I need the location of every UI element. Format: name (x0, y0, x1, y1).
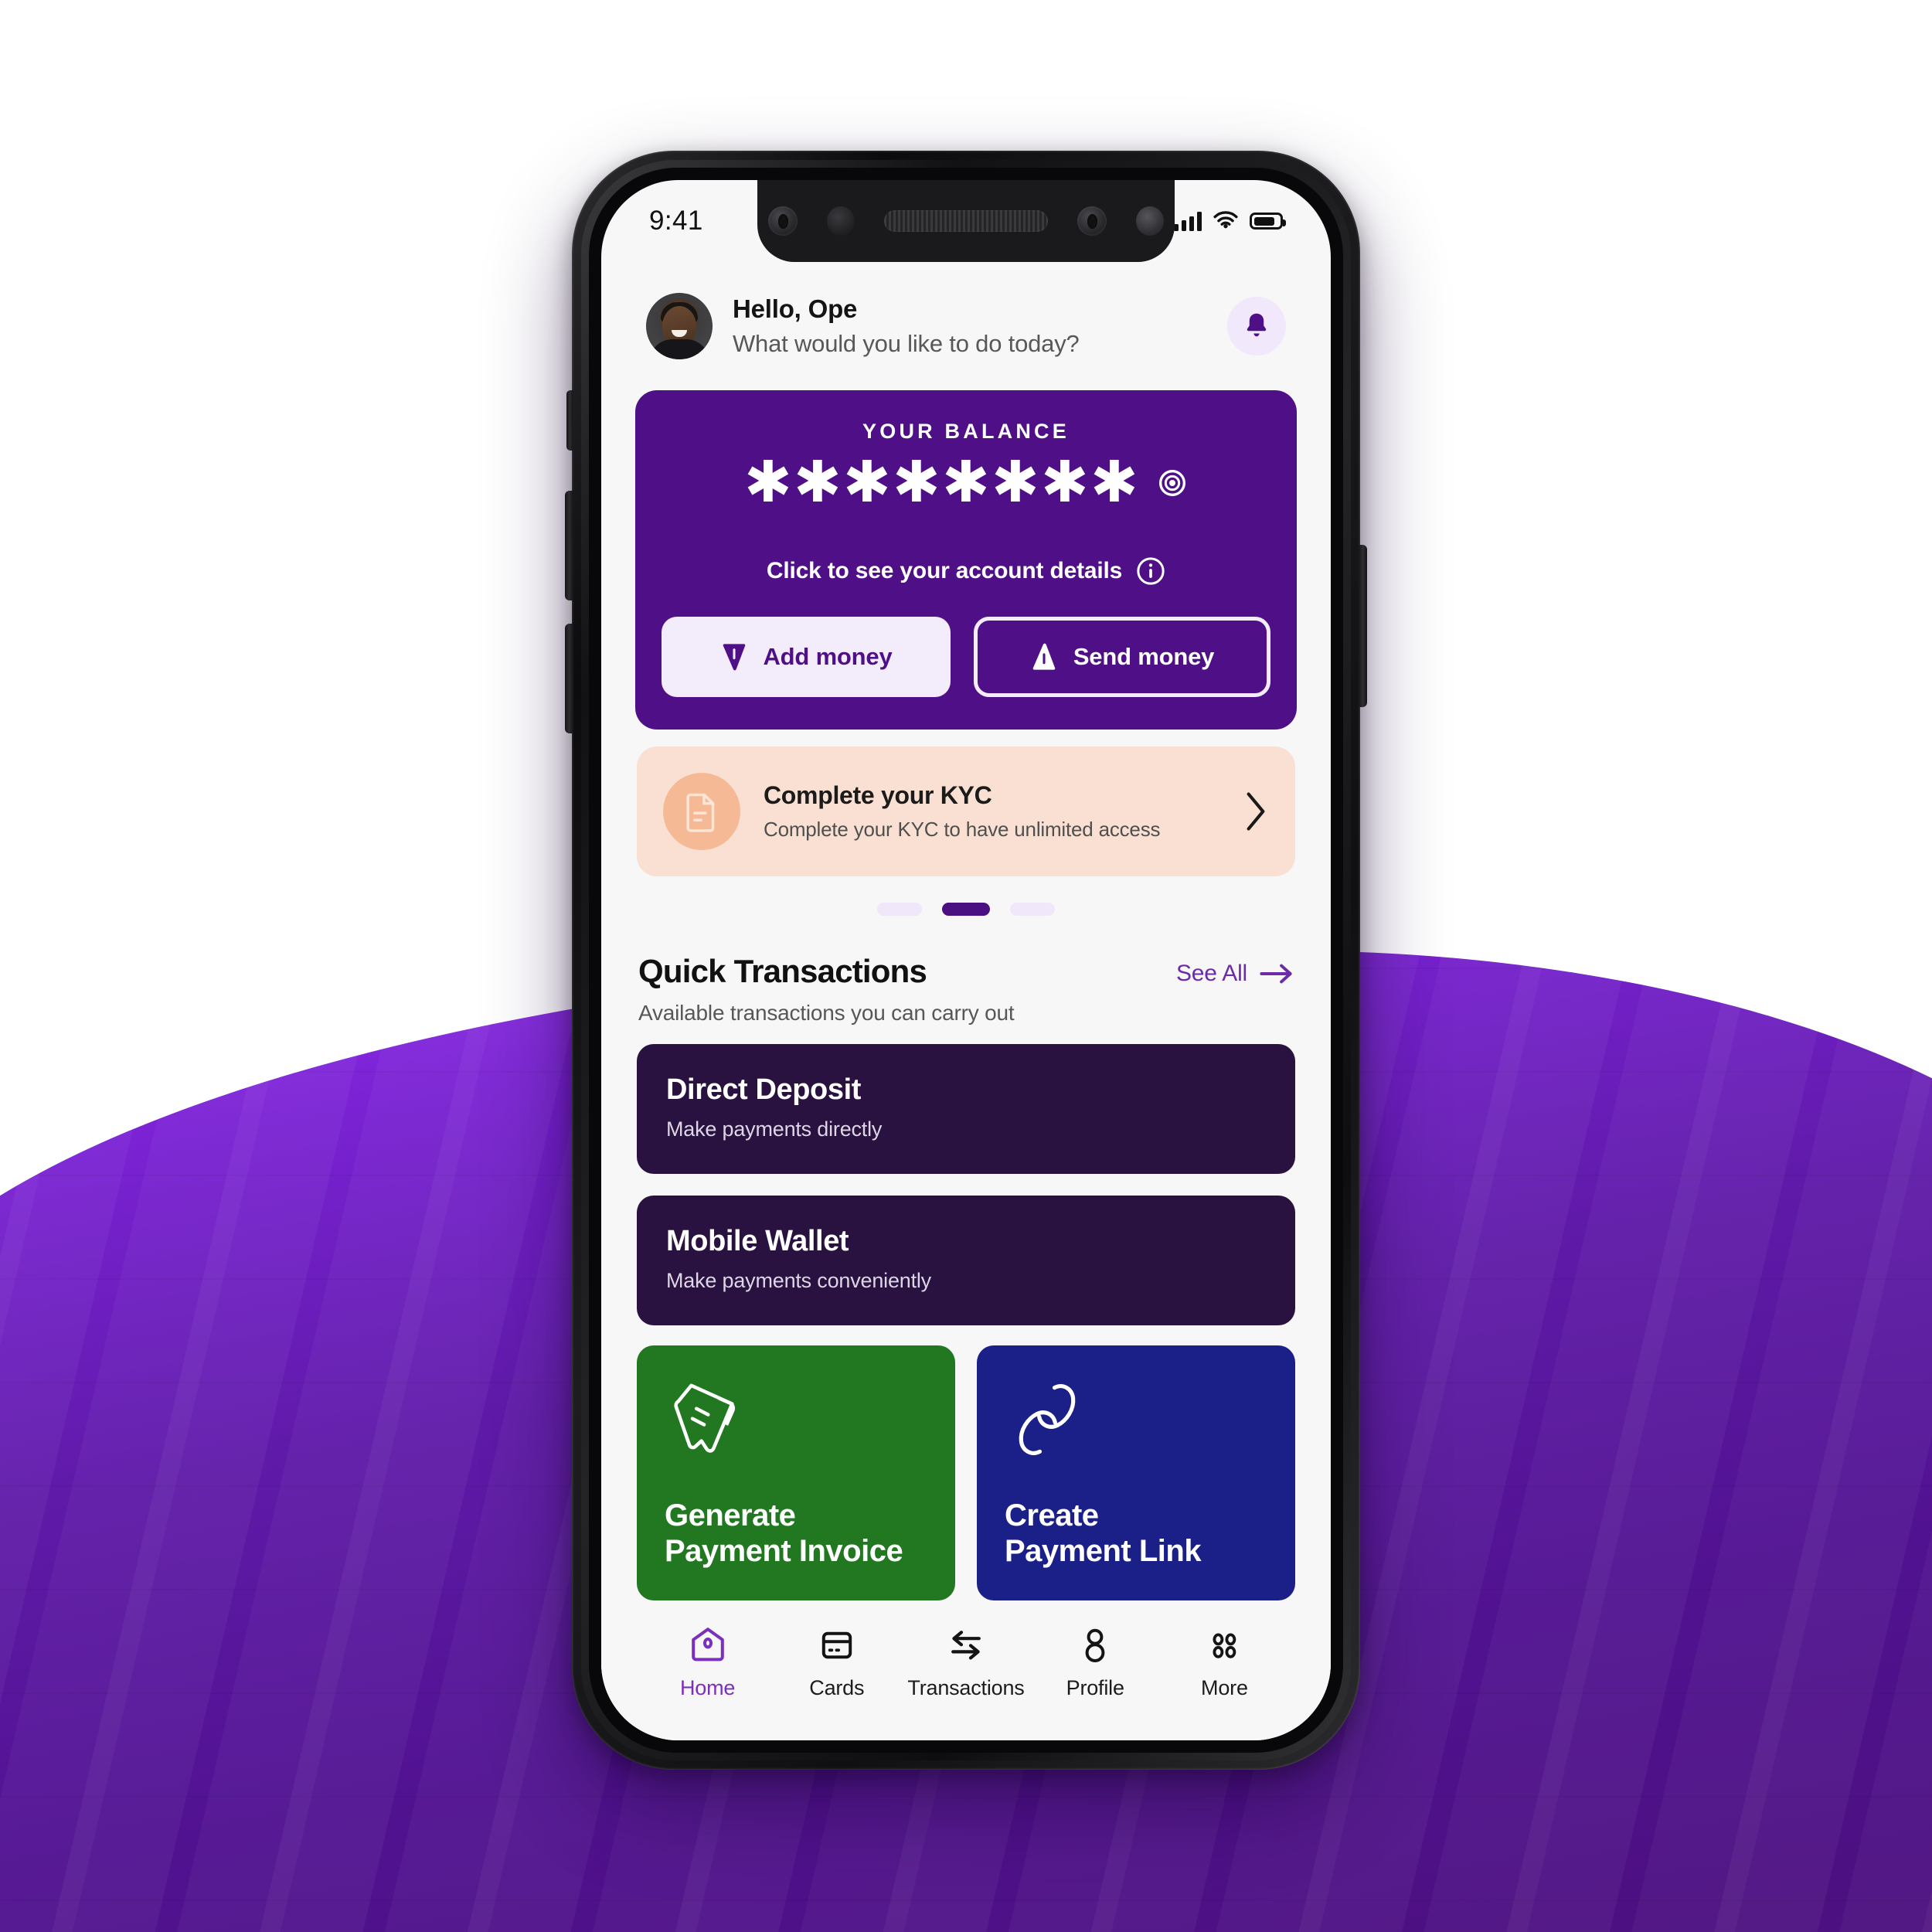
send-money-button[interactable]: Send money (974, 616, 1270, 697)
generate-invoice-line-2: Payment Invoice (665, 1534, 903, 1569)
transfer-arrows-icon (951, 1631, 981, 1660)
add-money-label: Add money (763, 642, 893, 670)
generate-payment-invoice-tile[interactable]: Generate Payment Invoice (637, 1345, 955, 1600)
nav-label-profile: Profile (1066, 1676, 1124, 1699)
quick-transactions-subtitle: Available transactions you can carry out (638, 1000, 1015, 1025)
grid-dots-icon (1213, 1633, 1236, 1658)
kyc-subtitle: Complete your KYC to have unlimited acce… (764, 817, 1161, 841)
eye-icon[interactable] (1157, 468, 1188, 498)
earpiece-speaker (884, 210, 1048, 232)
volume-down-button[interactable] (565, 624, 573, 733)
balance-label: YOUR BALANCE (862, 420, 1070, 443)
nav-label-more: More (1201, 1676, 1248, 1699)
greeting-subtitle: What would you like to do today? (733, 330, 1080, 357)
app-content: Hello, Ope What would you like to do tod… (601, 262, 1331, 1740)
mobile-wallet-subtitle: Make payments conveniently (666, 1268, 931, 1292)
nav-item-home[interactable]: Home (643, 1625, 772, 1700)
balance-card[interactable]: YOUR BALANCE ✱✱✱✱✱✱✱✱ Click to see your … (635, 390, 1297, 730)
direct-deposit-card[interactable]: Direct Deposit Make payments directly (637, 1043, 1295, 1174)
bell-icon (1247, 313, 1267, 337)
phone-mockup: 9:41 Hello, Ope What would you like to d… (565, 151, 1367, 1770)
avatar[interactable] (646, 293, 713, 359)
notification-button[interactable] (1227, 297, 1286, 355)
bottom-navigation: Home Cards Transactions Profile More (601, 1605, 1331, 1740)
create-payment-link-tile[interactable]: Create Payment Link (977, 1345, 1295, 1600)
account-details-text: Click to see your account details (766, 557, 1123, 583)
account-details-row[interactable]: Click to see your account details (662, 556, 1270, 586)
carousel-dot-1[interactable] (877, 902, 922, 916)
see-all-button[interactable]: See All (1176, 953, 1294, 987)
see-all-label: See All (1176, 960, 1247, 986)
kyc-title: Complete your KYC (764, 781, 992, 809)
arrow-right-icon (1260, 964, 1292, 984)
front-camera-icon (768, 206, 798, 236)
nav-item-cards[interactable]: Cards (772, 1625, 901, 1700)
kyc-texts: Complete your KYC Complete your KYC to h… (764, 781, 1219, 842)
direct-deposit-subtitle: Make payments directly (666, 1117, 883, 1141)
cellular-signal-icon (1174, 211, 1202, 231)
ambient-sensor-icon (827, 206, 855, 236)
card-icon (821, 1631, 852, 1659)
direct-deposit-title: Direct Deposit (666, 1073, 862, 1106)
kyc-banner[interactable]: Complete your KYC Complete your KYC to h… (637, 746, 1295, 876)
status-icons (1174, 211, 1286, 231)
mobile-wallet-title: Mobile Wallet (666, 1224, 849, 1257)
nav-label-transactions: Transactions (907, 1676, 1025, 1699)
chevron-right-icon[interactable] (1243, 790, 1269, 833)
arrow-up-icon (1032, 643, 1056, 670)
create-link-line-2: Payment Link (1005, 1534, 1202, 1569)
infrared-camera-icon (1136, 206, 1164, 236)
dot-projector-icon (1077, 206, 1107, 236)
nav-item-more[interactable]: More (1160, 1625, 1289, 1700)
send-money-label: Send money (1073, 642, 1215, 670)
nav-label-home: Home (679, 1676, 736, 1699)
create-payment-link-label: Create Payment Link (1005, 1498, 1269, 1570)
mute-switch-button[interactable] (566, 390, 573, 451)
arrow-down-icon (723, 644, 745, 671)
carousel-dot-2[interactable] (942, 902, 990, 916)
receipt-icon (674, 1383, 736, 1453)
kyc-icon-circle (663, 772, 740, 850)
link-icon (1019, 1383, 1076, 1455)
balance-actions: Add money Send money (662, 616, 1270, 697)
quick-transaction-list: Direct Deposit Make payments directly Mo… (601, 1026, 1331, 1325)
document-icon (686, 793, 715, 832)
nav-label-cards: Cards (809, 1676, 865, 1699)
quick-transactions-title: Quick Transactions (638, 952, 927, 989)
app-header: Hello, Ope What would you like to do tod… (601, 262, 1331, 383)
person-icon (1085, 1628, 1105, 1662)
volume-up-button[interactable] (565, 491, 573, 600)
wifi-icon (1213, 211, 1238, 229)
greeting-block: Hello, Ope What would you like to do tod… (733, 294, 1207, 358)
power-button[interactable] (1359, 545, 1367, 707)
quick-transaction-tiles: Generate Payment Invoice Create Payment … (601, 1325, 1331, 1600)
greeting-name: Hello, Ope (733, 294, 858, 323)
generate-payment-invoice-label: Generate Payment Invoice (665, 1498, 929, 1570)
phone-screen: 9:41 Hello, Ope What would you like to d… (601, 180, 1331, 1740)
generate-invoice-line-1: Generate (665, 1498, 796, 1532)
phone-notch (757, 180, 1175, 262)
carousel-dot-3[interactable] (1010, 902, 1055, 916)
nav-item-transactions[interactable]: Transactions (901, 1625, 1030, 1700)
add-money-button[interactable]: Add money (662, 616, 951, 697)
battery-icon (1250, 213, 1286, 230)
balance-row: ✱✱✱✱✱✱✱✱ (662, 449, 1270, 515)
create-link-line-1: Create (1005, 1498, 1099, 1532)
quick-transactions-header: Quick Transactions See All (601, 916, 1331, 990)
home-icon (691, 1628, 724, 1662)
balance-masked-value: ✱✱✱✱✱✱✱✱ (743, 449, 1141, 515)
status-time: 9:41 (649, 206, 703, 236)
mobile-wallet-card[interactable]: Mobile Wallet Make payments conveniently (637, 1195, 1295, 1325)
nav-item-profile[interactable]: Profile (1031, 1625, 1160, 1700)
info-icon[interactable] (1136, 556, 1165, 586)
carousel-dots (601, 902, 1331, 916)
